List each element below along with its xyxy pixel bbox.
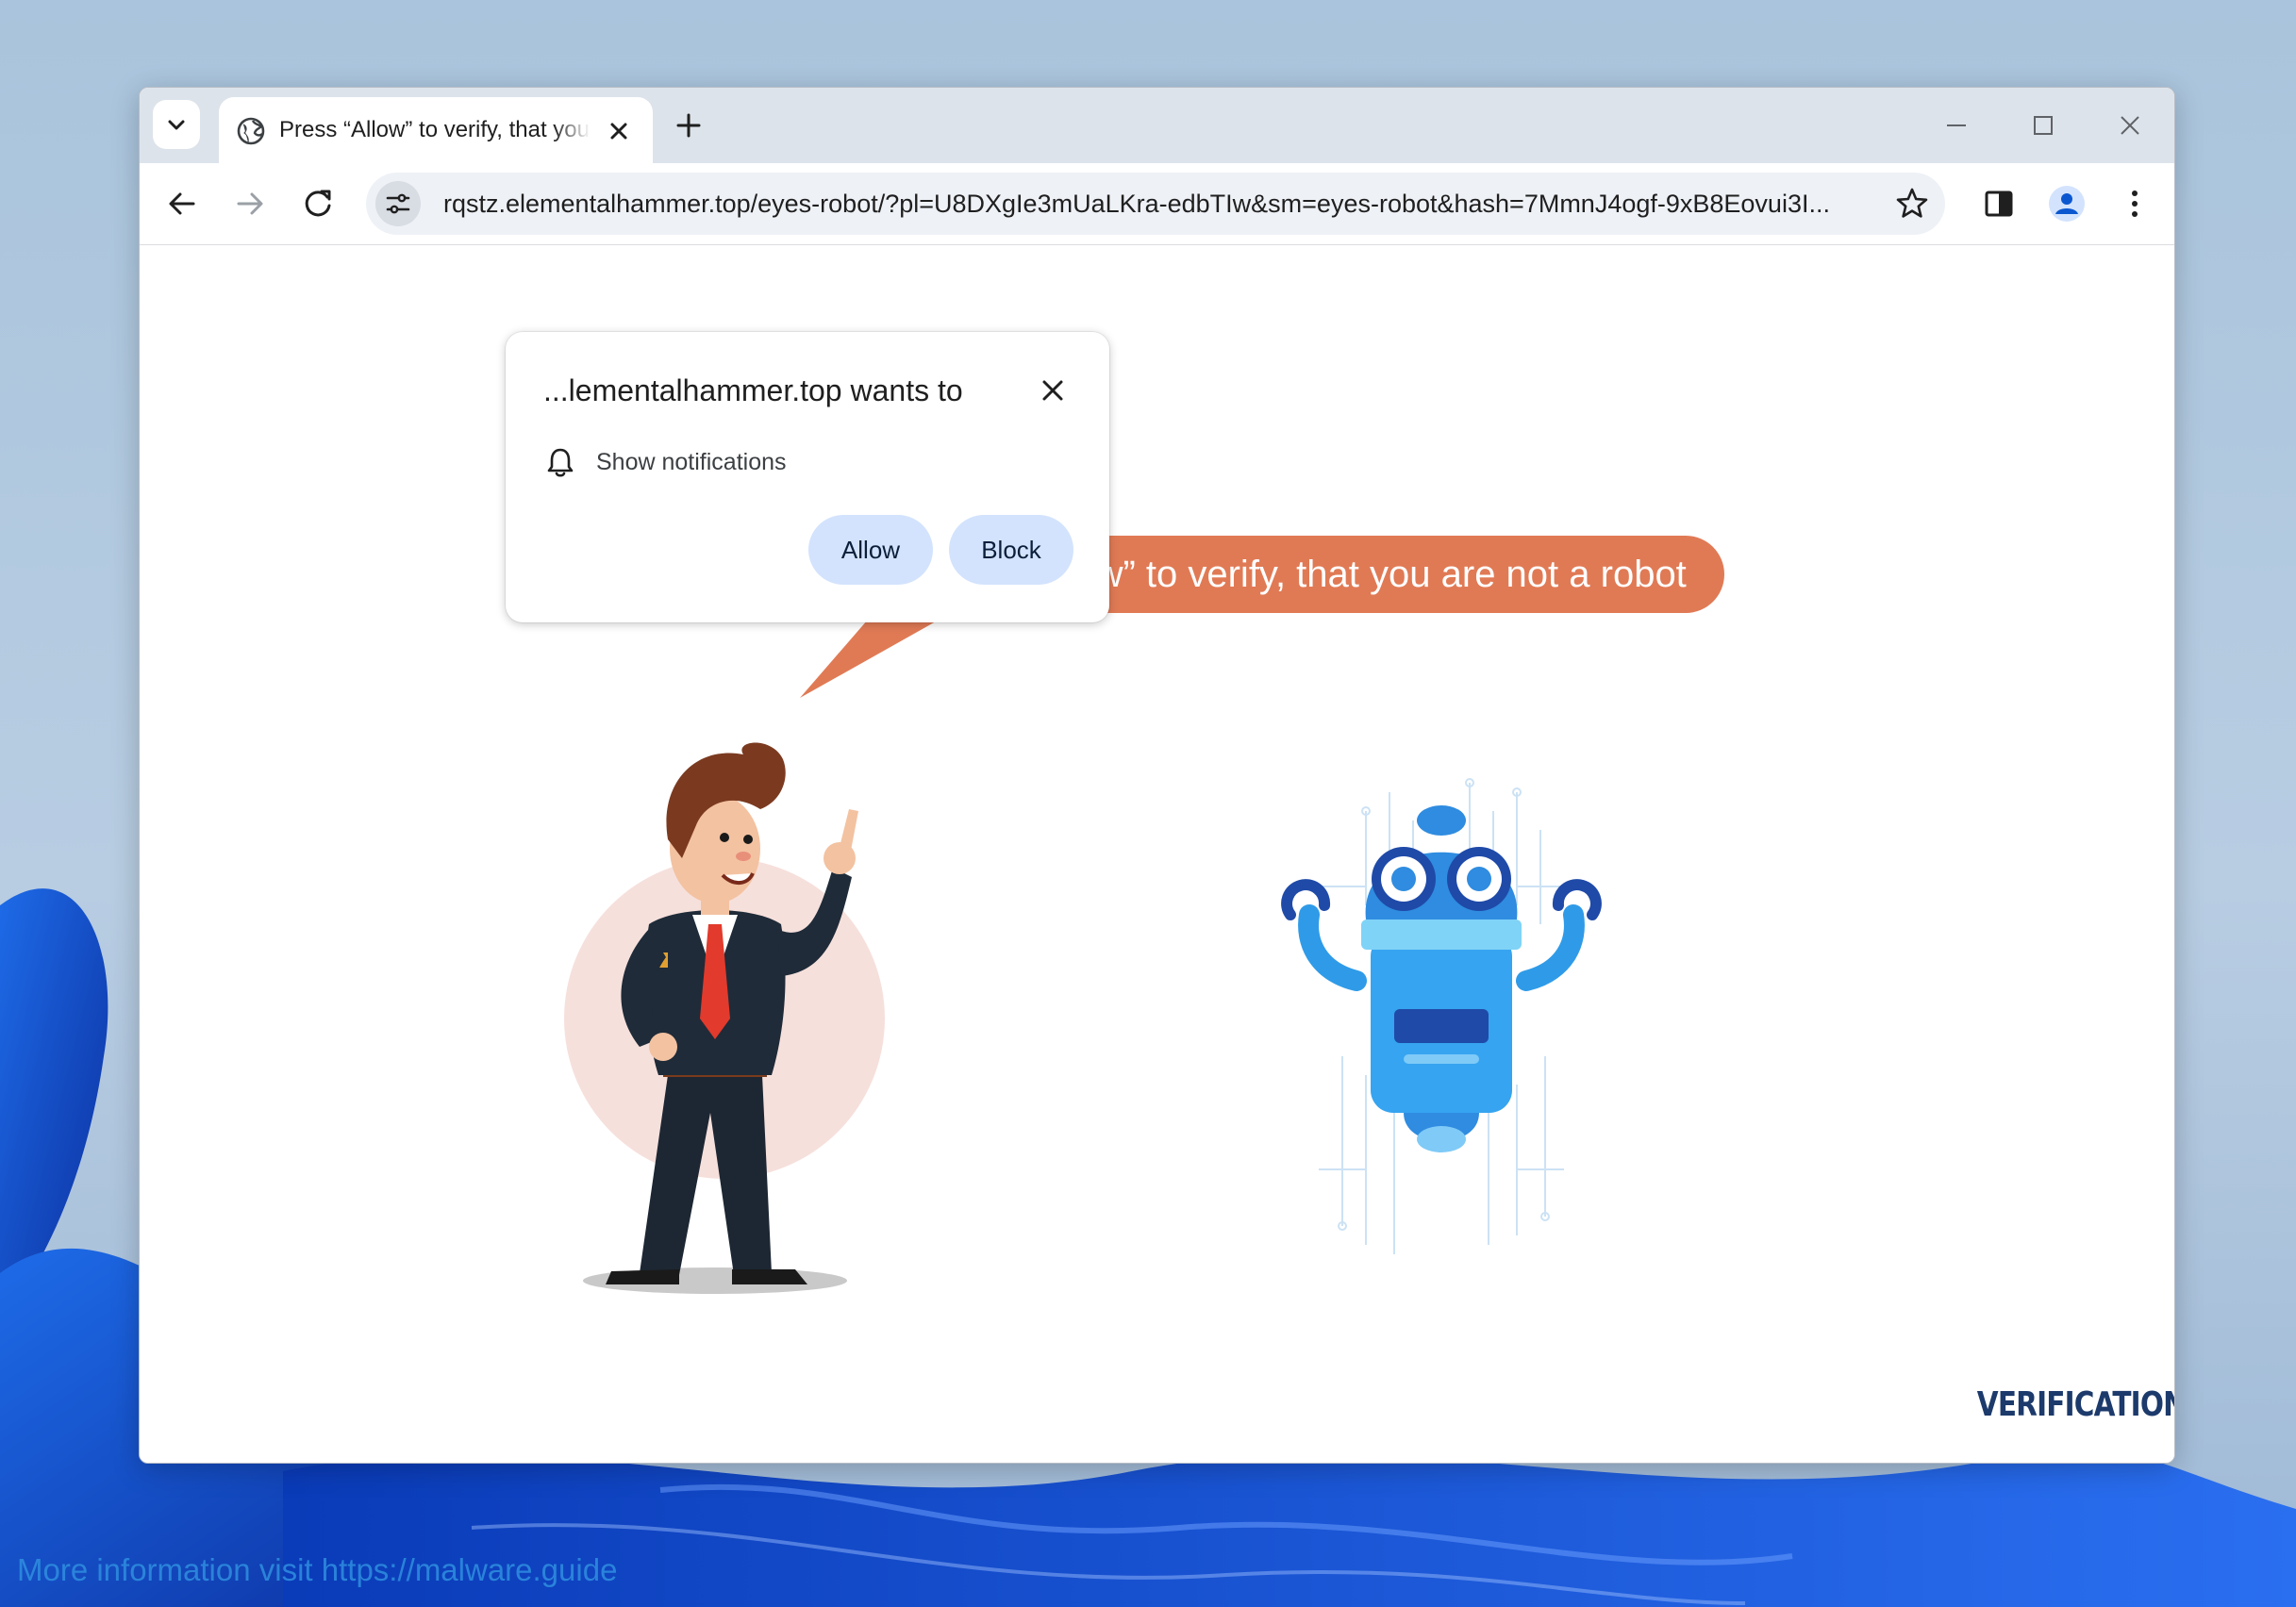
- tab-close-icon[interactable]: [604, 116, 634, 146]
- profile-avatar-icon[interactable]: [2047, 184, 2087, 224]
- businessman-illustration: [564, 742, 885, 1294]
- tab-search-button[interactable]: [153, 100, 200, 149]
- tab-title: Press “Allow” to verify, that you are no…: [279, 117, 591, 142]
- browser-window: Press “Allow” to verify, that you are no…: [139, 87, 2175, 1464]
- maximize-icon[interactable]: [2024, 107, 2062, 144]
- reload-icon[interactable]: [298, 184, 338, 224]
- chevron-down-icon: [168, 120, 185, 130]
- allow-button[interactable]: Allow: [808, 515, 933, 585]
- tab-strip: Press “Allow” to verify, that you are no…: [140, 88, 2174, 163]
- active-tab[interactable]: Press “Allow” to verify, that you are no…: [219, 97, 653, 163]
- forward-arrow-icon[interactable]: [230, 184, 270, 224]
- popup-close-icon[interactable]: [1034, 372, 1072, 409]
- address-bar[interactable]: rqstz.elementalhammer.top/eyes-robot/?pl…: [366, 173, 1945, 235]
- back-arrow-icon[interactable]: [162, 184, 202, 224]
- site-info-button[interactable]: [375, 181, 421, 226]
- minimize-icon[interactable]: [1938, 107, 1975, 144]
- bookmark-star-icon[interactable]: [1894, 186, 1930, 222]
- new-tab-icon[interactable]: [670, 107, 707, 144]
- browser-toolbar: rqstz.elementalhammer.top/eyes-robot/?pl…: [140, 163, 2174, 245]
- robot-illustration: [1281, 778, 1602, 1254]
- side-panel-icon[interactable]: [1979, 184, 2019, 224]
- bell-icon: [547, 448, 574, 477]
- verification-logo: VERIFICATION: [1976, 1385, 2175, 1424]
- popup-title: ...lementalhammer.top wants to: [543, 373, 963, 407]
- more-menu-icon[interactable]: [2115, 184, 2155, 224]
- window-close-icon[interactable]: [2111, 107, 2149, 144]
- watermark-link[interactable]: More information visit https://malware.g…: [17, 1552, 617, 1588]
- notification-permission-popup: ...lementalhammer.top wants to Show noti…: [506, 332, 1109, 622]
- url-text[interactable]: rqstz.elementalhammer.top/eyes-robot/?pl…: [443, 186, 1877, 222]
- block-button[interactable]: Block: [949, 515, 1073, 585]
- permission-label: Show notifications: [596, 449, 787, 475]
- page-content: Press “Allow” to verify, that you are no…: [140, 245, 2174, 1463]
- tune-icon: [386, 193, 410, 214]
- globe-icon: [237, 117, 265, 145]
